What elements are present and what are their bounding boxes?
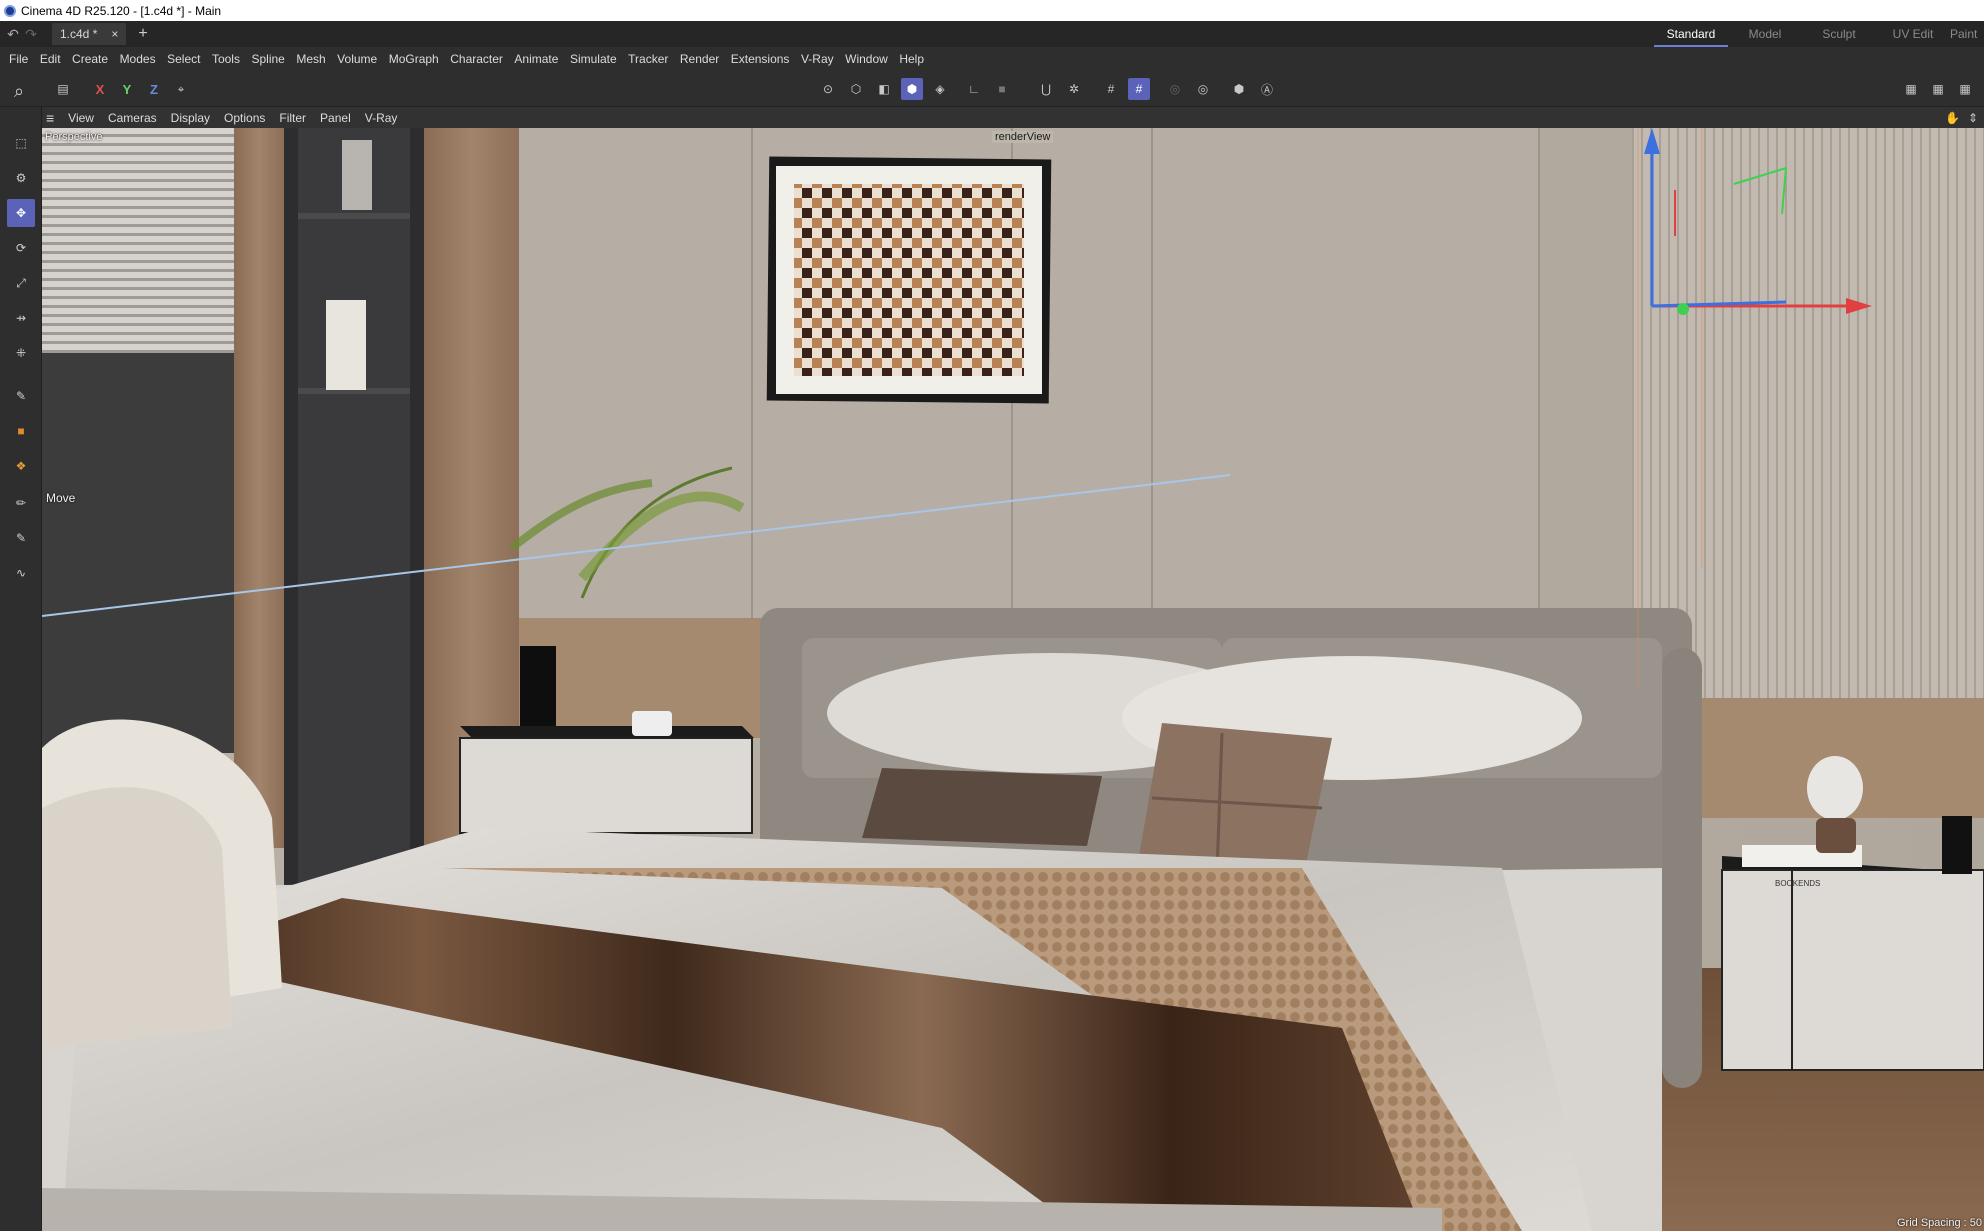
render-region-icon[interactable]: ◎ bbox=[1164, 78, 1186, 100]
menu-spline[interactable]: Spline bbox=[251, 52, 284, 66]
coordinate-system-icon[interactable]: ⌖ bbox=[170, 78, 192, 100]
grid-spacing-readout: Grid Spacing : 50 bbox=[1897, 1217, 1982, 1229]
sketch-tool-icon[interactable]: ∿ bbox=[7, 559, 35, 587]
snap-icon[interactable]: ⋃ bbox=[1035, 78, 1057, 100]
menu-vray[interactable]: V-Ray bbox=[801, 52, 834, 66]
cinema4d-logo-icon bbox=[4, 4, 16, 17]
palette-search-icon[interactable] bbox=[7, 86, 35, 114]
perspective-viewport[interactable]: Perspective renderView Move BOOKENDS Gri… bbox=[42, 128, 1984, 1231]
viewport-pan-icon[interactable]: ✋ bbox=[1945, 111, 1960, 125]
document-tab-bar: ↶ ↷ 1.c4d * × + Standard Model Sculpt UV… bbox=[0, 21, 1984, 47]
menu-tools[interactable]: Tools bbox=[212, 52, 240, 66]
texture-mode-icon[interactable]: ◈ bbox=[929, 78, 951, 100]
menu-mesh[interactable]: Mesh bbox=[296, 52, 325, 66]
polygons-mode-icon[interactable]: ◧ bbox=[873, 78, 895, 100]
model-mode-icon[interactable]: ⬢ bbox=[901, 78, 923, 100]
menu-file[interactable]: File bbox=[9, 52, 28, 66]
move-tool-label: Move bbox=[46, 491, 76, 505]
scene-render bbox=[42, 128, 1984, 1231]
nightstand-book-label: BOOKENDS bbox=[1775, 879, 1821, 888]
edges-mode-icon[interactable]: ⬡ bbox=[845, 78, 867, 100]
vray-icon[interactable]: ⬢ bbox=[1228, 78, 1250, 100]
menu-volume[interactable]: Volume bbox=[337, 52, 377, 66]
add-tab-icon[interactable]: + bbox=[138, 25, 147, 43]
render-view-label[interactable]: renderView bbox=[992, 131, 1054, 143]
rotate-tool-icon[interactable]: ⟳ bbox=[7, 234, 35, 262]
layout-tab-model[interactable]: Model bbox=[1728, 21, 1802, 47]
viewport-menu-display[interactable]: Display bbox=[171, 111, 210, 125]
layout-tabs: Standard Model Sculpt UV Edit Paint bbox=[1654, 21, 1984, 47]
menu-help[interactable]: Help bbox=[899, 52, 924, 66]
close-tab-icon[interactable]: × bbox=[111, 27, 118, 41]
viewport-menu-panel[interactable]: Panel bbox=[320, 111, 351, 125]
auto-key-icon[interactable]: Ⓐ bbox=[1256, 78, 1278, 100]
points-mode-icon[interactable]: ⊙ bbox=[817, 78, 839, 100]
document-tab-label: 1.c4d * bbox=[60, 27, 98, 41]
grid-snap-icon[interactable]: # bbox=[1128, 78, 1150, 100]
live-selection-settings-icon[interactable]: ⚙ bbox=[7, 164, 35, 192]
solo-icon[interactable]: ■ bbox=[991, 78, 1013, 100]
menu-select[interactable]: Select bbox=[167, 52, 200, 66]
layout-tab-standard[interactable]: Standard bbox=[1654, 21, 1728, 47]
menu-animate[interactable]: Animate bbox=[514, 52, 558, 66]
workplane-icon[interactable]: # bbox=[1100, 78, 1122, 100]
object-manager-icon[interactable]: ▤ bbox=[52, 78, 74, 100]
axis-lock-y[interactable]: Y bbox=[116, 78, 138, 100]
viewport-hamburger-icon[interactable]: ≡ bbox=[46, 110, 54, 126]
snap-tool-icon[interactable]: ⁜ bbox=[7, 339, 35, 367]
menu-modes[interactable]: Modes bbox=[120, 52, 156, 66]
menu-render[interactable]: Render bbox=[680, 52, 719, 66]
layout-tab-paint[interactable]: Paint bbox=[1950, 21, 1984, 47]
viewport-menu-vray[interactable]: V-Ray bbox=[365, 111, 398, 125]
viewport-menu-cameras[interactable]: Cameras bbox=[108, 111, 157, 125]
menu-character[interactable]: Character bbox=[450, 52, 503, 66]
viewport-menu-options[interactable]: Options bbox=[224, 111, 265, 125]
title-bar: Cinema 4D R25.120 - [1.c4d *] - Main bbox=[0, 0, 1984, 21]
brush-tool-icon[interactable]: ✏ bbox=[7, 489, 35, 517]
left-tool-palette: ⬚ ⚙ ✥ ⟳ ⤢ ⇸ ⁜ ✎ ■ ❖ ✏ ✎ ∿ bbox=[0, 107, 42, 1231]
menu-edit[interactable]: Edit bbox=[40, 52, 61, 66]
snap-settings-icon[interactable]: ✲ bbox=[1063, 78, 1085, 100]
render-active-view-icon[interactable]: ▦ bbox=[1954, 78, 1976, 100]
menu-create[interactable]: Create bbox=[72, 52, 108, 66]
menu-simulate[interactable]: Simulate bbox=[570, 52, 617, 66]
transfer-tool-icon[interactable]: ⇸ bbox=[7, 304, 35, 332]
axis-lock-z[interactable]: Z bbox=[143, 78, 165, 100]
window-title: Cinema 4D R25.120 - [1.c4d *] - Main bbox=[21, 3, 222, 18]
scale-tool-icon[interactable]: ⤢ bbox=[7, 269, 35, 297]
axis-mode-icon[interactable]: ∟ bbox=[963, 78, 985, 100]
render-settings-icon[interactable]: ▦ bbox=[1900, 78, 1922, 100]
move-tool-icon[interactable]: ✥ bbox=[7, 199, 35, 227]
spline-tool-icon[interactable]: ✎ bbox=[7, 524, 35, 552]
menu-window[interactable]: Window bbox=[845, 52, 888, 66]
menu-extensions[interactable]: Extensions bbox=[731, 52, 790, 66]
mograph-cloner-icon[interactable]: ❖ bbox=[7, 452, 35, 480]
viewport-menu-view[interactable]: View bbox=[68, 111, 94, 125]
layout-tab-uv-edit[interactable]: UV Edit bbox=[1876, 21, 1950, 47]
viewport-menu-bar: ≡ View Cameras Display Options Filter Pa… bbox=[42, 107, 1984, 128]
axis-lock-x[interactable]: X bbox=[89, 78, 111, 100]
spline-pen-icon[interactable]: ✎ bbox=[7, 382, 35, 410]
layout-tab-sculpt[interactable]: Sculpt bbox=[1802, 21, 1876, 47]
viewport-move-icon[interactable]: ⇕ bbox=[1968, 111, 1978, 125]
main-menu-bar: File Edit Create Modes Select Tools Spli… bbox=[0, 47, 1984, 71]
cube-primitive-icon[interactable]: ■ bbox=[7, 417, 35, 445]
menu-mograph[interactable]: MoGraph bbox=[389, 52, 439, 66]
camera-label[interactable]: Perspective bbox=[45, 131, 102, 143]
document-tab[interactable]: 1.c4d * × bbox=[52, 23, 127, 45]
render-view-icon[interactable]: ◎ bbox=[1192, 78, 1214, 100]
selection-tool-icon[interactable]: ⬚ bbox=[7, 129, 35, 157]
viewport-menu-filter[interactable]: Filter bbox=[279, 111, 306, 125]
main-toolbar: ⌕ ▤ X Y Z ⌖ ⊙ ⬡ ◧ ⬢ ◈ ∟ ■ ⋃ ✲ # # ◎ ◎ ⬢ … bbox=[0, 71, 1984, 107]
redo-icon[interactable]: ↷ bbox=[22, 25, 40, 43]
undo-icon[interactable]: ↶ bbox=[4, 25, 22, 43]
render-to-picture-viewer-icon[interactable]: ▦ bbox=[1927, 78, 1949, 100]
menu-tracker[interactable]: Tracker bbox=[628, 52, 668, 66]
